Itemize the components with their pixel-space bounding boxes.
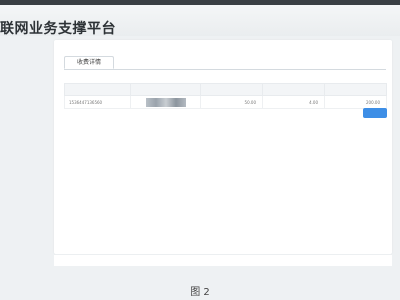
column-header-number [64,83,131,96]
redacted-name-block [145,97,186,107]
column-header-price [200,83,263,96]
table-row: 1536447136560 50.00 4.00 200.00 [64,95,387,109]
figure-caption: 图 2 [190,287,210,298]
tab-divider [64,69,386,70]
column-header-quantity [262,83,325,96]
app-title: 联网业务支撑平台 [0,21,116,37]
column-header-name [130,83,201,96]
tab-fee-details[interactable]: 收费详情 [64,56,114,69]
main-panel: 收费详情 1536447136560 50.00 4.00 200.00 [54,40,392,254]
table-header-row [64,83,387,96]
fee-table: 1536447136560 50.00 4.00 200.00 [64,83,387,109]
column-header-total [324,83,387,96]
item-number-cell: 1536447136560 [64,95,131,109]
item-name-cell [130,95,201,109]
unit-price-cell: 50.00 [200,95,263,109]
page-footer [54,254,392,266]
app-header: 联网业务支撑平台 [0,5,400,37]
confirm-button[interactable] [363,108,387,118]
total-cell: 200.00 [324,95,387,109]
quantity-cell: 4.00 [262,95,325,109]
